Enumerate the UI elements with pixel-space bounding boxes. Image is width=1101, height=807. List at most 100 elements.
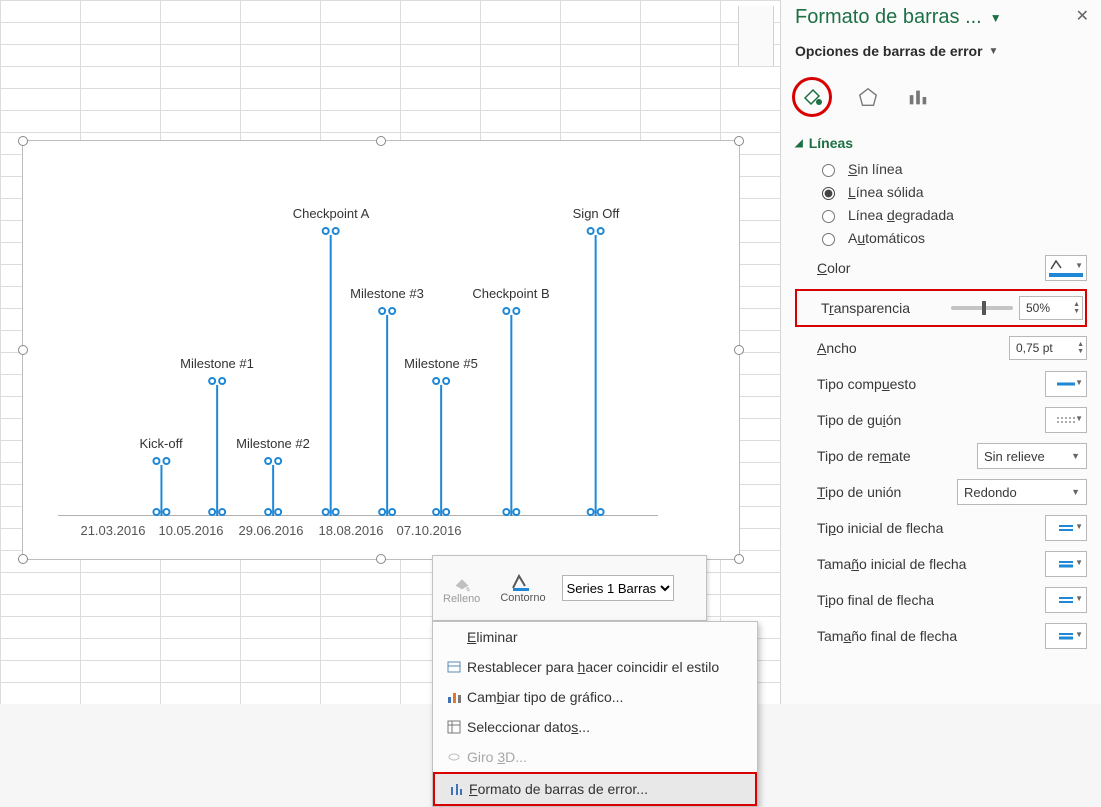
color-label: Color <box>817 260 850 276</box>
arrow-begin-type-picker[interactable] <box>1045 515 1087 541</box>
prop-compound: Tipo compuesto <box>795 369 1087 399</box>
selection-handle[interactable] <box>376 136 386 146</box>
data-point-marker <box>502 307 520 315</box>
prop-join: Tipo de unión Redondo▼ <box>795 477 1087 507</box>
data-point-base <box>322 508 340 516</box>
menu-format-errorbars-label: Formato de barras de error... <box>469 781 648 797</box>
color-picker[interactable] <box>1045 255 1087 281</box>
dash-type-picker[interactable] <box>1045 407 1087 433</box>
axis-tick-label: 21.03.2016 <box>80 523 145 538</box>
tab-bar-options[interactable] <box>904 83 932 111</box>
selection-handle[interactable] <box>18 345 28 355</box>
select-data-icon <box>441 719 467 735</box>
error-bar[interactable] <box>216 385 218 516</box>
axis-tick-label: 18.08.2016 <box>318 523 383 538</box>
arrow-end-size-label: Tamaño final de flecha <box>817 628 957 644</box>
data-point-label: Milestone #1 <box>180 356 254 371</box>
error-bar[interactable] <box>440 385 442 516</box>
prop-arrow-end-type: Tipo final de flecha <box>795 585 1087 615</box>
fill-button[interactable]: Relleno <box>433 556 490 620</box>
width-spinner[interactable]: 0,75 pt ▲▼ <box>1009 336 1087 360</box>
data-point[interactable]: Sign Off <box>573 206 620 516</box>
width-label: Ancho <box>817 340 857 356</box>
radio-auto-line[interactable]: Automáticos <box>817 230 1087 246</box>
menu-reset-label: Restablecer para hacer coincidir el esti… <box>467 659 719 675</box>
menu-delete-label: liminar <box>476 629 517 645</box>
tab-effects[interactable] <box>854 83 882 111</box>
data-point-label: Kick-off <box>139 436 182 451</box>
data-point-label: Milestone #3 <box>350 286 424 301</box>
selection-handle[interactable] <box>376 554 386 564</box>
menu-3d-label: Giro 3D... <box>467 749 527 765</box>
scroll-gutter[interactable] <box>738 6 774 66</box>
data-point-label: Milestone #5 <box>404 356 478 371</box>
section-lines-label: Líneas <box>809 135 853 151</box>
data-point-base <box>432 508 450 516</box>
outline-label: Contorno <box>500 592 545 604</box>
error-bar[interactable] <box>386 315 388 516</box>
selection-handle[interactable] <box>18 554 28 564</box>
close-pane-button[interactable]: ✕ <box>1076 6 1089 26</box>
reset-icon <box>441 659 467 675</box>
cap-value: Sin relieve <box>984 449 1045 464</box>
width-value: 0,75 pt <box>1016 341 1053 355</box>
chart-plot-area[interactable]: 21.03.201610.05.201629.06.201618.08.2016… <box>58 161 708 546</box>
chart-object[interactable]: 21.03.201610.05.201629.06.201618.08.2016… <box>22 140 740 560</box>
fill-label: Relleno <box>443 593 480 605</box>
cap-type-combo[interactable]: Sin relieve▼ <box>977 443 1087 469</box>
context-menu: Eliminar Restablecer para hacer coincidi… <box>432 621 758 807</box>
pane-tabs <box>795 77 1087 117</box>
data-point-marker <box>264 457 282 465</box>
data-point-base <box>378 508 396 516</box>
menu-reset-style[interactable]: Restablecer para hacer coincidir el esti… <box>433 652 757 682</box>
menu-format-error-bars[interactable]: Formato de barras de error... <box>433 772 757 806</box>
arrow-begin-size-picker[interactable] <box>1045 551 1087 577</box>
data-point[interactable]: Checkpoint B <box>472 286 549 516</box>
rotate-3d-icon <box>441 749 467 765</box>
data-point-marker <box>152 457 170 465</box>
data-point-marker <box>378 307 396 315</box>
data-point-marker <box>587 227 605 235</box>
transparency-value: 50% <box>1026 301 1050 315</box>
tab-fill-line[interactable] <box>798 83 826 111</box>
radio-solid-line[interactable]: Línea sólida <box>817 184 1087 200</box>
prop-dash: Tipo de guión <box>795 405 1087 435</box>
menu-change-chart-type[interactable]: Cambiar tipo de gráfico... <box>433 682 757 712</box>
prop-cap: Tipo de remate Sin relieve▼ <box>795 441 1087 471</box>
arrow-end-size-picker[interactable] <box>1045 623 1087 649</box>
pane-subtitle[interactable]: Opciones de barras de error ▼ <box>795 43 1087 59</box>
cap-label: Tipo de remate <box>817 448 911 464</box>
data-point[interactable]: Kick-off <box>139 436 182 516</box>
transparency-spinner[interactable]: 50% ▲▼ <box>1019 296 1083 320</box>
selection-handle[interactable] <box>734 345 744 355</box>
compound-type-picker[interactable] <box>1045 371 1087 397</box>
outline-button[interactable]: Contorno <box>490 556 555 620</box>
data-point-marker <box>432 377 450 385</box>
menu-delete[interactable]: Eliminar <box>433 622 757 652</box>
format-pane: ✕ Formato de barras ... ▼ Opciones de ba… <box>780 0 1101 704</box>
format-errorbars-icon <box>443 781 469 797</box>
selection-handle[interactable] <box>734 554 744 564</box>
join-value: Redondo <box>964 485 1017 500</box>
selection-handle[interactable] <box>734 136 744 146</box>
transparency-label: Transparencia <box>821 300 910 316</box>
prop-color: Color <box>795 253 1087 283</box>
menu-select-data[interactable]: Seleccionar datos... <box>433 712 757 742</box>
chevron-down-icon[interactable]: ▼ <box>990 11 1002 25</box>
chart-element-selector[interactable]: Series 1 Barras <box>562 575 674 601</box>
axis-tick-label: 07.10.2016 <box>396 523 461 538</box>
error-bar[interactable] <box>330 235 332 516</box>
radio-gradient-line[interactable]: Línea degradada <box>817 207 1087 223</box>
data-point[interactable]: Milestone #5 <box>404 356 478 516</box>
data-point-marker <box>208 377 226 385</box>
axis-tick-label: 29.06.2016 <box>238 523 303 538</box>
transparency-slider[interactable] <box>951 306 1013 310</box>
radio-no-line[interactable]: Sin línea <box>817 161 1087 177</box>
section-lines[interactable]: ◢ Líneas <box>795 135 1087 151</box>
error-bar[interactable] <box>510 315 512 516</box>
join-type-combo[interactable]: Redondo▼ <box>957 479 1087 505</box>
error-bar[interactable] <box>595 235 597 516</box>
selection-handle[interactable] <box>18 136 28 146</box>
arrow-end-type-picker[interactable] <box>1045 587 1087 613</box>
data-point-base <box>208 508 226 516</box>
